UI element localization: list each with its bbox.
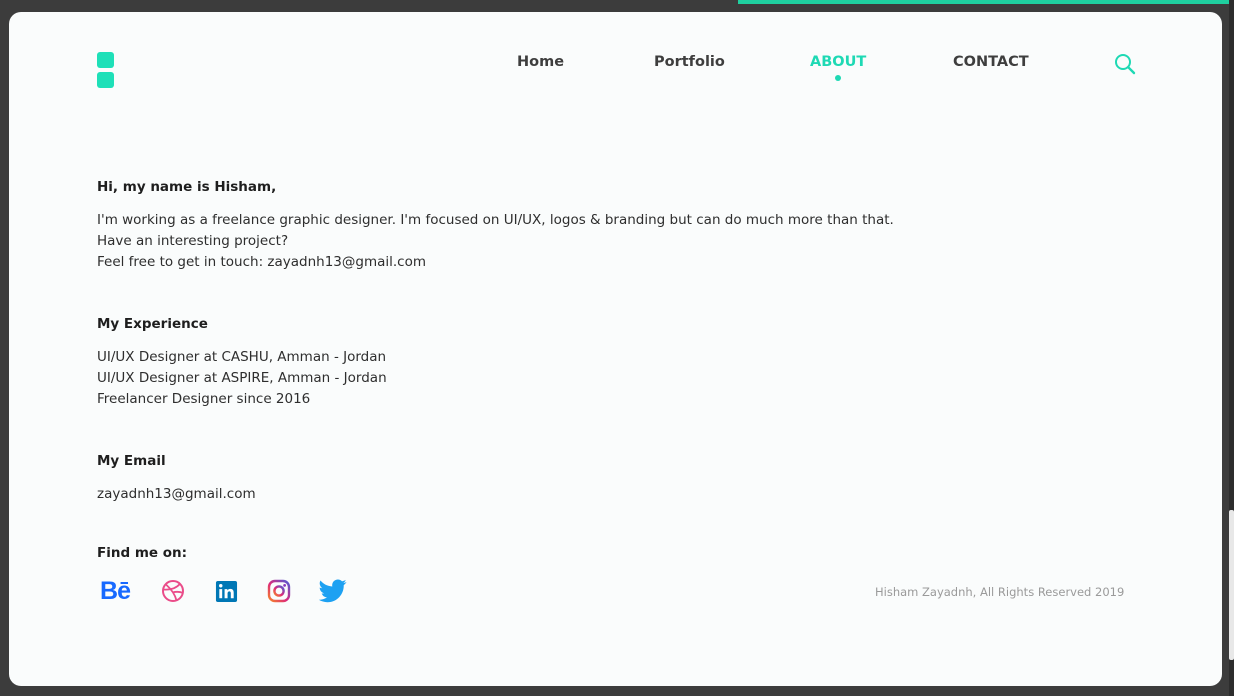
copyright-text: Hisham Zayadnh, All Rights Reserved 2019: [875, 585, 1125, 599]
behance-icon[interactable]: Bē: [96, 577, 134, 605]
linkedin-icon[interactable]: [214, 577, 238, 605]
social-heading: Find me on:: [97, 545, 188, 561]
window-accent-strip: [738, 0, 1234, 4]
intro-heading: Hi, my name is Hisham,: [97, 179, 277, 195]
behance-glyph: Bē: [100, 576, 131, 605]
experience-item: Freelancer Designer since 2016: [97, 391, 311, 407]
experience-item: UI/UX Designer at CASHU, Amman - Jordan: [97, 349, 387, 365]
site-logo[interactable]: [97, 52, 114, 89]
search-icon[interactable]: [1113, 52, 1137, 76]
intro-line: Have an interesting project?: [97, 233, 289, 249]
nav-active-indicator: [835, 75, 841, 81]
twitter-icon[interactable]: [319, 577, 347, 605]
experience-heading: My Experience: [97, 316, 208, 332]
logo-block-bottom: [97, 72, 114, 88]
email-value[interactable]: zayadnh13@gmail.com: [97, 484, 256, 505]
dribbble-icon[interactable]: [161, 577, 185, 605]
nav-about[interactable]: ABOUT: [810, 54, 866, 70]
nav-home[interactable]: Home: [517, 54, 564, 70]
intro-line: Feel free to get in touch: zayadnh13@gma…: [97, 254, 427, 270]
nav-contact[interactable]: CONTACT: [953, 54, 1029, 70]
scrollbar-thumb[interactable]: [1229, 510, 1234, 660]
experience-item: UI/UX Designer at ASPIRE, Amman - Jordan: [97, 370, 387, 386]
nav-portfolio[interactable]: Portfolio: [654, 54, 725, 70]
instagram-icon[interactable]: [267, 577, 291, 605]
page-frame: Home Portfolio ABOUT CONTACT Hi, my name…: [9, 12, 1222, 686]
email-heading: My Email: [97, 453, 166, 469]
intro-line: I'm working as a freelance graphic desig…: [97, 212, 894, 228]
logo-block-top: [97, 52, 114, 68]
